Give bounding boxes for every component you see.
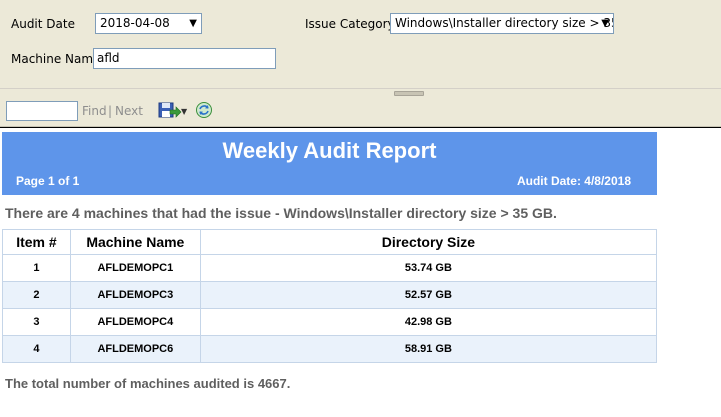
table-row: 1 AFLDEMOPC1 53.74 GB bbox=[2, 254, 658, 282]
next-link[interactable]: Next bbox=[115, 104, 143, 118]
find-input[interactable] bbox=[6, 101, 78, 121]
table-row: 2 AFLDEMOPC3 52.57 GB bbox=[2, 281, 658, 309]
issue-category-label: Issue Category bbox=[305, 17, 395, 31]
report-body: Weekly Audit Report Page 1 of 1 Audit Da… bbox=[0, 127, 721, 417]
audit-date-select[interactable]: 2018-04-08 ▼ bbox=[95, 13, 202, 34]
audit-date-label: Audit Date bbox=[11, 17, 75, 31]
results-table: Item # Machine Name Directory Size 1 AFL… bbox=[2, 229, 658, 363]
panel-splitter[interactable] bbox=[0, 88, 721, 96]
cell-directory-size: 42.98 GB bbox=[199, 308, 658, 336]
cell-directory-size: 53.74 GB bbox=[199, 254, 658, 282]
dropdown-arrow-icon: ▼ bbox=[601, 18, 609, 29]
cell-directory-size: 58.91 GB bbox=[199, 335, 658, 363]
cell-item: 3 bbox=[2, 308, 71, 336]
table-header-row: Item # Machine Name Directory Size bbox=[2, 229, 658, 255]
table-row: 3 AFLDEMOPC4 42.98 GB bbox=[2, 308, 658, 336]
audit-date-value: 2018-04-08 bbox=[100, 16, 170, 30]
report-toolbar: Find | Next ▼ bbox=[0, 96, 721, 127]
report-header-banner: Weekly Audit Report Page 1 of 1 Audit Da… bbox=[2, 132, 657, 195]
machine-name-value: afld bbox=[97, 51, 120, 65]
cell-item: 4 bbox=[2, 335, 71, 363]
issue-category-select[interactable]: Windows\Installer directory size > 35 GB… bbox=[390, 13, 614, 34]
cell-item: 1 bbox=[2, 254, 71, 282]
table-row: 4 AFLDEMOPC6 58.91 GB bbox=[2, 335, 658, 363]
report-total: The total number of machines audited is … bbox=[5, 376, 291, 391]
find-link[interactable]: Find bbox=[82, 104, 107, 118]
cell-machine-name: AFLDEMOPC4 bbox=[69, 308, 201, 336]
toolbar-separator: | bbox=[108, 104, 113, 118]
report-summary: There are 4 machines that had the issue … bbox=[5, 205, 557, 221]
issue-category-value: Windows\Installer directory size > 35 GB bbox=[395, 16, 613, 30]
machine-name-label: Machine Name bbox=[11, 52, 101, 66]
cell-machine-name: AFLDEMOPC6 bbox=[69, 335, 201, 363]
column-header-machine-name: Machine Name bbox=[69, 229, 201, 255]
export-dropdown-icon[interactable]: ▼ bbox=[181, 107, 187, 116]
parameter-panel: Audit Date 2018-04-08 ▼ Issue Category W… bbox=[0, 0, 721, 88]
cell-machine-name: AFLDEMOPC1 bbox=[69, 254, 201, 282]
column-header-item: Item # bbox=[2, 229, 71, 255]
report-audit-date: Audit Date: 4/8/2018 bbox=[516, 174, 631, 188]
refresh-icon[interactable] bbox=[195, 101, 213, 122]
column-header-directory-size: Directory Size bbox=[199, 229, 658, 255]
report-title: Weekly Audit Report bbox=[222, 138, 437, 163]
cell-machine-name: AFLDEMOPC3 bbox=[69, 281, 201, 309]
page-indicator: Page 1 of 1 bbox=[16, 174, 80, 188]
dropdown-arrow-icon: ▼ bbox=[189, 18, 197, 29]
cell-directory-size: 52.57 GB bbox=[199, 281, 658, 309]
machine-name-input[interactable]: afld bbox=[93, 48, 276, 69]
cell-item: 2 bbox=[2, 281, 71, 309]
